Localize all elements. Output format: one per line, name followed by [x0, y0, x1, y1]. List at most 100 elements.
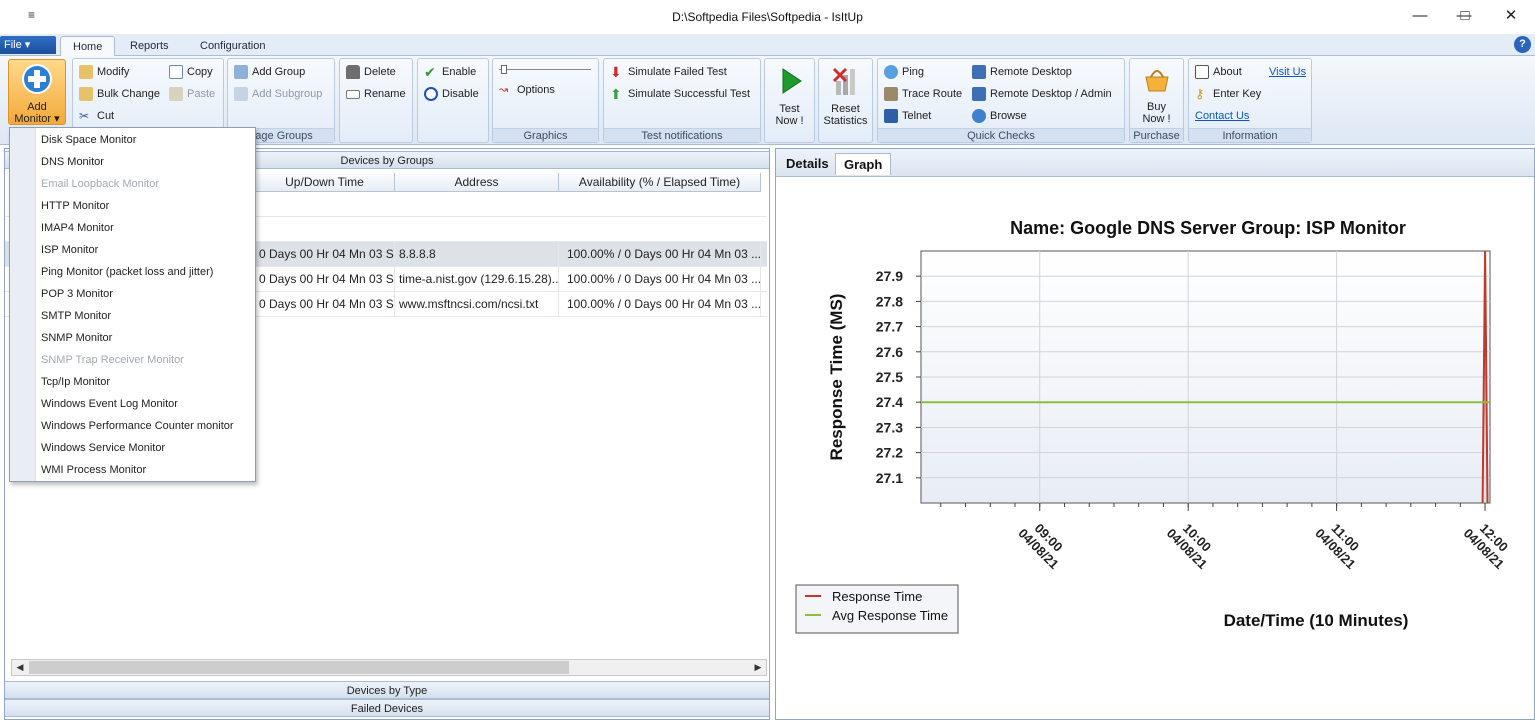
column-updown-time[interactable]: Up/Down Time [255, 173, 395, 192]
add-monitor-button[interactable]: Add Monitor ▾ [8, 59, 66, 125]
menu-item-email-loopback-monitor[interactable]: Email Loopback Monitor [41, 173, 159, 195]
enable-button[interactable]: ✔ Enable [424, 63, 476, 81]
ribbon-group-test-now: Test Now ! [764, 58, 815, 143]
tab-graph[interactable]: Graph [835, 153, 892, 175]
chart-title: Name: Google DNS Server Group: ISP Monit… [1010, 218, 1406, 238]
devices-by-type-header[interactable]: Devices by Type [5, 681, 769, 699]
modify-button[interactable]: Modify [79, 63, 129, 81]
failed-devices-header[interactable]: Failed Devices [5, 699, 769, 717]
checkmark-icon: ✔ [424, 64, 436, 80]
reset-statistics-button[interactable]: Reset Statistics [819, 65, 872, 127]
browse-button[interactable]: Browse [972, 107, 1027, 125]
enter-key-button[interactable]: ⚷ Enter Key [1195, 85, 1261, 103]
y-tick-label: 27.2 [876, 445, 903, 461]
trace-route-button[interactable]: Trace Route [884, 85, 962, 103]
graphics-label: Graphics [493, 128, 598, 142]
buy-now-label-1: Buy [1147, 101, 1166, 113]
menu-item-windows-service-monitor[interactable]: Windows Service Monitor [41, 437, 165, 459]
menu-item-isp-monitor[interactable]: ISP Monitor [41, 239, 98, 261]
remote-desktop-icon [972, 65, 986, 79]
menu-item-snmp-trap-receiver-monitor[interactable]: SNMP Trap Receiver Monitor [41, 349, 184, 371]
graphics-slider[interactable] [499, 65, 591, 74]
copy-button[interactable]: Copy [169, 63, 213, 81]
tab-home[interactable]: Home [60, 36, 116, 57]
red-arrow-down-icon: ⬇ [610, 64, 622, 80]
scroll-right-icon[interactable]: ▶ [750, 660, 766, 675]
tab-reports[interactable]: Reports [118, 36, 181, 57]
remote-desktop-button[interactable]: Remote Desktop [972, 63, 1072, 81]
menu-item-imap4-monitor[interactable]: IMAP4 Monitor [41, 217, 114, 239]
menu-item-smtp-monitor[interactable]: SMTP Monitor [41, 305, 111, 327]
cut-button[interactable]: ✂ Cut [79, 107, 114, 125]
ping-button[interactable]: Ping [884, 63, 924, 81]
reset-statistics-icon [832, 67, 855, 95]
menu-item-windows-event-log-monitor[interactable]: Windows Event Log Monitor [41, 393, 178, 415]
menu-item-wmi-process-monitor[interactable]: WMI Process Monitor [41, 459, 146, 481]
reset-statistics-label-2: Statistics [823, 115, 868, 127]
menu-item-http-monitor[interactable]: HTTP Monitor [41, 195, 109, 217]
menu-item-ping-monitor-packet-loss-and-jitter[interactable]: Ping Monitor (packet loss and jitter) [41, 261, 213, 283]
copy-icon [169, 65, 183, 79]
legend-response-time: Response Time [832, 589, 922, 604]
delete-button[interactable]: Delete [346, 63, 396, 81]
ribbon-tab-row: File ▾ Home Reports Configuration ? [0, 34, 1535, 57]
menu-item-dns-monitor[interactable]: DNS Monitor [41, 151, 104, 173]
row-availability: 100.00% / 0 Days 00 Hr 04 Mn 03 ... [559, 267, 761, 292]
menu-item-snmp-monitor[interactable]: SNMP Monitor [41, 327, 112, 349]
menu-item-disk-space-monitor[interactable]: Disk Space Monitor [41, 129, 136, 151]
chart-legend: Response Time Avg Response Time [795, 584, 959, 634]
add-subgroup-button[interactable]: Add Subgroup [234, 85, 322, 103]
help-icon[interactable]: ? [1514, 36, 1531, 53]
test-notifications-label: Test notifications [604, 128, 760, 142]
ribbon-group-test-notifications: ⬇ Simulate Failed Test ⬆ Simulate Successf… [603, 58, 761, 143]
row-uptime: 0 Days 00 Hr 04 Mn 03 S... [255, 242, 395, 267]
y-axis-label: Response Time (MS) [827, 294, 846, 461]
test-now-button[interactable]: Test Now ! [765, 65, 814, 127]
contact-us-link[interactable]: Contact Us [1195, 107, 1249, 125]
file-menu-button[interactable]: File ▾ [0, 36, 56, 54]
simulate-failed-test-button[interactable]: ⬇ Simulate Failed Test [610, 63, 727, 81]
row-availability: 100.00% / 0 Days 00 Hr 04 Mn 03 ... [559, 242, 761, 267]
minimize-icon[interactable]: — [1397, 0, 1443, 32]
options-button[interactable]: ↝ Options [499, 81, 555, 99]
details-graph-tabs: Details Graph [776, 149, 1534, 177]
horizontal-scrollbar[interactable]: ◀ ▶ [11, 659, 767, 676]
maximize-icon[interactable]: □ [1442, 0, 1488, 32]
add-monitor-label-2: Monitor ▾ [14, 113, 60, 125]
column-availability[interactable]: Availability (% / Elapsed Time) [559, 173, 761, 192]
window-title: D:\Softpedia Files\Softpedia - IsItUp [672, 10, 863, 24]
x-tick-label: 12:0004/08/21 [1461, 521, 1511, 572]
quick-checks-label: Quick Checks [878, 128, 1124, 142]
y-tick-label: 27.3 [876, 419, 903, 435]
add-group-button[interactable]: Add Group [234, 63, 305, 81]
tab-configuration[interactable]: Configuration [188, 36, 277, 57]
bulk-change-button[interactable]: Bulk Change [79, 85, 160, 103]
modify-icon [79, 65, 93, 79]
disable-button[interactable]: Disable [424, 85, 479, 103]
scroll-left-icon[interactable]: ◀ [12, 660, 28, 675]
buy-now-button[interactable]: Buy Now ! [1130, 63, 1183, 125]
about-button[interactable]: About [1195, 63, 1242, 81]
bulk-change-icon [79, 87, 93, 101]
menu-item-tcp-ip-monitor[interactable]: Tcp/Ip Monitor [41, 371, 110, 393]
disable-icon [424, 87, 438, 101]
visit-us-link[interactable]: Visit Us [1269, 63, 1306, 81]
telnet-button[interactable]: Telnet [884, 107, 931, 125]
column-address[interactable]: Address [395, 173, 559, 192]
paste-button[interactable]: Paste [169, 85, 215, 103]
scrollbar-thumb[interactable] [29, 661, 569, 674]
row-address: www.msftncsi.com/ncsi.txt [395, 292, 559, 317]
menu-item-windows-performance-counter-monitor[interactable]: Windows Performance Counter monitor [41, 415, 234, 437]
close-icon[interactable]: ✕ [1488, 0, 1534, 32]
tab-details[interactable]: Details [778, 153, 837, 175]
remote-desktop-admin-button[interactable]: Remote Desktop / Admin [972, 85, 1112, 103]
test-now-label-1: Test [779, 103, 800, 115]
rename-button[interactable]: Rename [346, 85, 406, 103]
rename-icon [346, 89, 360, 99]
menu-item-pop-3-monitor[interactable]: POP 3 Monitor [41, 283, 113, 305]
ribbon-group-graphics: ↝ Options Graphics [492, 58, 599, 143]
y-tick-label: 27.4 [876, 394, 903, 410]
simulate-successful-test-button[interactable]: ⬆ Simulate Successful Test [610, 85, 750, 103]
shopping-basket-icon [1144, 70, 1169, 92]
ribbon-group-purchase: Buy Now ! Purchase [1129, 58, 1184, 143]
